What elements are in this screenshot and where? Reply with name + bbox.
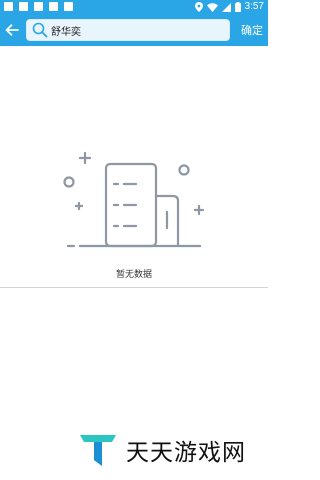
- system-icons: 3:57: [194, 1, 264, 13]
- search-icon: [31, 21, 49, 39]
- notification-icon: [4, 2, 13, 11]
- notification-icon: [64, 2, 73, 11]
- battery-icon: [234, 2, 241, 12]
- building-icon: [63, 151, 205, 248]
- back-button[interactable]: [2, 20, 22, 40]
- watermark: 天天游戏网: [78, 432, 246, 468]
- notification-icons: [4, 2, 73, 11]
- watermark-text: 天天游戏网: [126, 440, 246, 466]
- search-input[interactable]: [51, 24, 221, 36]
- location-icon: [194, 2, 203, 12]
- watermark-logo-icon: [80, 435, 116, 466]
- arrow-left-icon: [5, 24, 19, 36]
- status-time: 3:57: [244, 1, 264, 12]
- notification-icon: [34, 2, 43, 11]
- status-bar: 3:57: [0, 0, 268, 14]
- notification-icon: [19, 2, 28, 11]
- wifi-icon: [206, 2, 218, 12]
- signal-icon: [221, 2, 231, 12]
- divider: [0, 287, 268, 288]
- app-bar: 确定: [0, 14, 268, 46]
- notification-icon: [49, 2, 58, 11]
- search-box[interactable]: [26, 19, 230, 41]
- empty-state-message: 暂无数据: [115, 270, 152, 280]
- confirm-button[interactable]: 确定: [241, 22, 263, 38]
